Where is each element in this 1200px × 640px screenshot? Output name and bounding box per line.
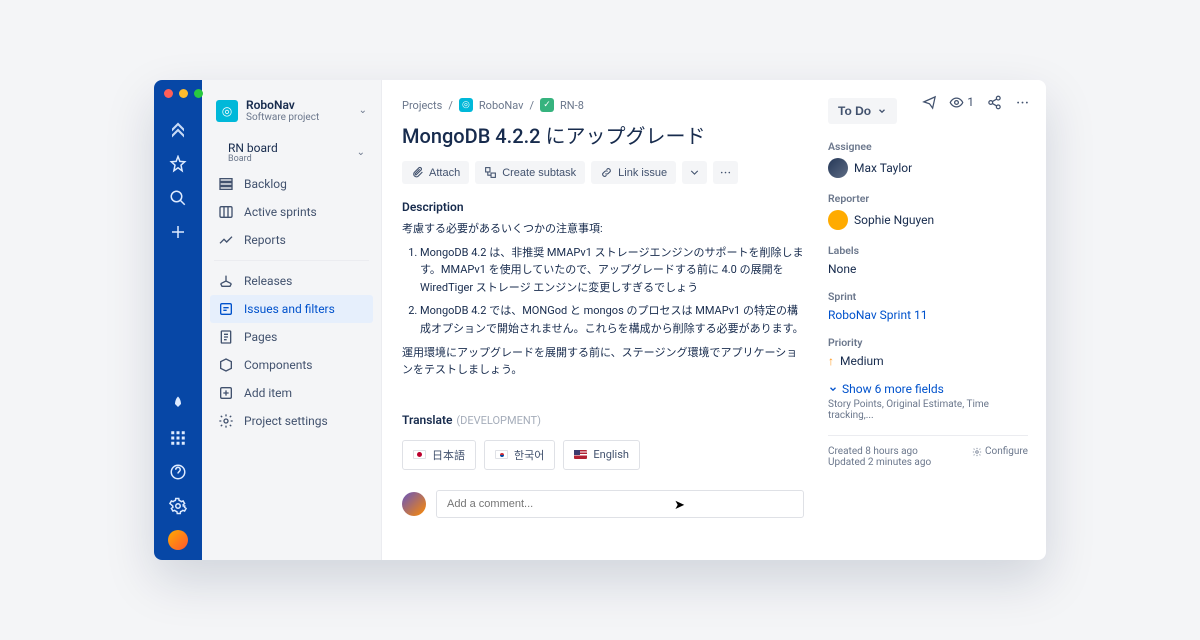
flag-en-icon (574, 450, 587, 459)
pages-icon (218, 329, 234, 345)
link-button[interactable]: Link issue (591, 161, 676, 184)
issue-actions: Attach Create subtask Link issue (402, 161, 804, 184)
issues-icon (218, 301, 234, 317)
sprints-icon (218, 204, 234, 220)
backlog-icon (218, 176, 234, 192)
help-icon[interactable] (168, 462, 188, 482)
crumb-issue-key[interactable]: RN-8 (560, 99, 584, 112)
more-actions-button[interactable] (713, 161, 738, 184)
issue-content: Projects / ◎ RoboNav / ✓ RN-8 MongoDB 4.… (402, 98, 828, 560)
board-header[interactable]: RN board Board ⌄ (210, 135, 373, 170)
sidebar-item-pages[interactable]: Pages (210, 323, 373, 351)
translate-heading: Translate (402, 413, 452, 427)
project-logo-icon: ◎ (216, 100, 238, 122)
reporter-avatar (828, 210, 848, 230)
link-dropdown-button[interactable] (682, 161, 707, 184)
comment-input[interactable] (436, 490, 804, 518)
reports-icon (218, 232, 234, 248)
chevron-down-icon: ⌄ (359, 105, 367, 116)
flag-jp-icon (413, 450, 426, 459)
assignee-label: Assignee (828, 140, 1028, 153)
priority-medium-icon: ↑ (828, 354, 834, 368)
show-more-fields[interactable]: Show 6 more fields (828, 382, 1028, 396)
project-name: RoboNav (246, 98, 351, 112)
description-body[interactable]: 考慮する必要があるいくつかの注意事項: MongoDB 4.2 は、非推奨 MM… (402, 220, 804, 379)
top-actions: 1 (921, 94, 1030, 110)
plus-box-icon (218, 385, 234, 401)
rocket-icon[interactable] (168, 394, 188, 414)
issue-type-icon: ✓ (540, 98, 554, 112)
global-nav-rail (154, 80, 202, 560)
watch-button[interactable]: 1 (949, 95, 974, 110)
profile-avatar[interactable] (168, 530, 188, 550)
feedback-icon[interactable] (921, 94, 937, 110)
more-fields-list: Story Points, Original Estimate, Time tr… (828, 399, 1028, 421)
traffic-lights[interactable] (164, 89, 203, 98)
chevron-down-icon: ⌄ (357, 147, 365, 158)
translate-section: Translate (DEVELOPMENT) 日本語 한국어 English (402, 409, 804, 470)
priority-label: Priority (828, 336, 1028, 349)
sidebar-item-add[interactable]: Add item (210, 379, 373, 407)
lang-english[interactable]: English (563, 440, 640, 470)
components-icon (218, 357, 234, 373)
sidebar-item-components[interactable]: Components (210, 351, 373, 379)
sidebar-item-reports[interactable]: Reports (210, 226, 373, 254)
share-icon[interactable] (986, 94, 1002, 110)
lang-korean[interactable]: 한국어 (484, 440, 555, 470)
comment-row (402, 490, 804, 518)
project-icon: ◎ (459, 98, 473, 112)
jira-logo-icon[interactable] (168, 120, 188, 140)
project-type: Software project (246, 112, 351, 123)
description-heading: Description (402, 200, 804, 214)
sprint-value[interactable]: RoboNav Sprint 11 (828, 308, 1028, 322)
assignee-value[interactable]: Max Taylor (828, 158, 1028, 178)
issue-side-panel: To Do Assignee Max Taylor Reporter Sophi… (828, 98, 1028, 560)
assignee-avatar (828, 158, 848, 178)
sidebar-item-settings[interactable]: Project settings (210, 407, 373, 435)
issue-title[interactable]: MongoDB 4.2.2 にアップグレード (402, 120, 804, 149)
translate-dev-badge: (DEVELOPMENT) (456, 414, 541, 427)
search-icon[interactable] (168, 188, 188, 208)
sidebar-item-backlog[interactable]: Backlog (210, 170, 373, 198)
ship-icon (218, 273, 234, 289)
reporter-label: Reporter (828, 192, 1028, 205)
flag-kr-icon (495, 450, 508, 459)
labels-value[interactable]: None (828, 262, 1028, 276)
crumb-project[interactable]: RoboNav (479, 99, 524, 112)
status-dropdown[interactable]: To Do (828, 98, 897, 124)
sidebar-item-releases[interactable]: Releases (210, 267, 373, 295)
plus-icon[interactable] (168, 222, 188, 242)
updated-time: Updated 2 minutes ago (828, 457, 1028, 468)
project-header[interactable]: ◎ RoboNav Software project ⌄ (210, 94, 373, 135)
project-sidebar: ◎ RoboNav Software project ⌄ RN board Bo… (202, 80, 382, 560)
sidebar-item-sprints[interactable]: Active sprints (210, 198, 373, 226)
sprint-label: Sprint (828, 290, 1028, 303)
sidebar-item-issues[interactable]: Issues and filters (210, 295, 373, 323)
apps-icon[interactable] (168, 428, 188, 448)
crumb-projects[interactable]: Projects (402, 99, 442, 112)
user-avatar[interactable] (402, 492, 426, 516)
lang-japanese[interactable]: 日本語 (402, 440, 476, 470)
settings-icon[interactable] (168, 496, 188, 516)
configure-button[interactable]: Configure (972, 446, 1028, 457)
more-icon[interactable] (1014, 94, 1030, 110)
priority-value[interactable]: ↑ Medium (828, 354, 1028, 368)
board-name: RN board (228, 141, 347, 155)
board-subtitle: Board (228, 155, 347, 164)
labels-label: Labels (828, 244, 1028, 257)
star-icon[interactable] (168, 154, 188, 174)
breadcrumb: Projects / ◎ RoboNav / ✓ RN-8 (402, 98, 804, 112)
created-time: Created 8 hours ago (828, 446, 918, 457)
subtask-button[interactable]: Create subtask (475, 161, 585, 184)
attach-button[interactable]: Attach (402, 161, 469, 184)
gear-icon (218, 413, 234, 429)
reporter-value[interactable]: Sophie Nguyen (828, 210, 1028, 230)
